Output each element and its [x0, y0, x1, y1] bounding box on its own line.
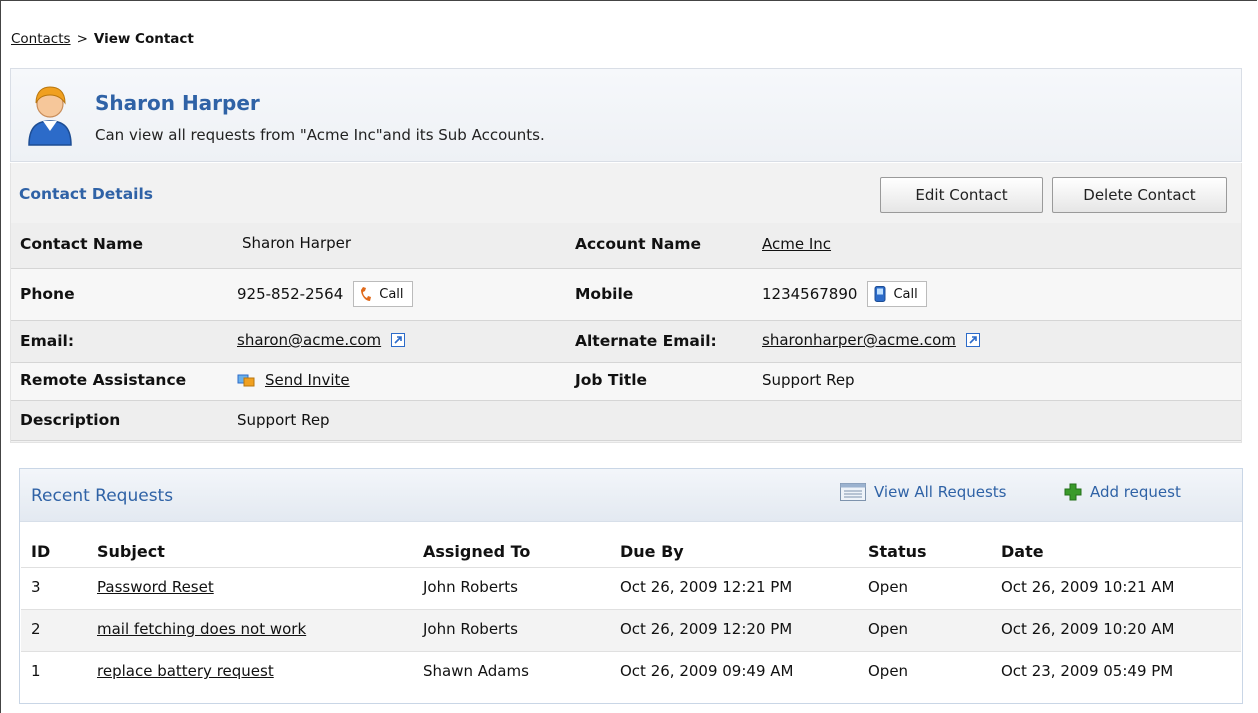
contact-details-title: Contact Details	[19, 185, 154, 203]
phone-call-label: Call	[379, 286, 404, 302]
details-row-phone: Phone 925-852-2564 Call Mobile 123456789…	[11, 269, 1241, 321]
breadcrumb-current: View Contact	[93, 31, 194, 47]
account-name-link[interactable]: Acme Inc	[762, 235, 831, 253]
add-request-link[interactable]: Add request	[1064, 483, 1181, 501]
request-due-by: Oct 26, 2009 12:20 PM	[620, 620, 793, 638]
column-header-id[interactable]: ID	[31, 542, 50, 561]
request-subject-link[interactable]: replace battery request	[97, 662, 274, 680]
contact-scope-description: Can view all requests from "Acme Inc"and…	[95, 126, 545, 144]
request-assigned-to: John Roberts	[423, 620, 518, 638]
phone-call-button[interactable]: Call	[353, 281, 413, 307]
request-due-by: Oct 26, 2009 09:49 AM	[620, 662, 794, 680]
description-label: Description	[20, 411, 121, 429]
remote-assistance-label: Remote Assistance	[20, 371, 187, 389]
email-label: Email:	[20, 332, 75, 350]
table-row: 1 replace battery request Shawn Adams Oc…	[21, 651, 1241, 693]
phone-value: 925-852-2564	[237, 285, 344, 303]
column-header-date[interactable]: Date	[1001, 542, 1044, 561]
column-header-status[interactable]: Status	[868, 542, 927, 561]
recent-requests-panel: Recent Requests View All Requests Add re…	[19, 468, 1243, 704]
contact-name-value: Sharon Harper	[242, 234, 352, 252]
account-name-label: Account Name	[575, 235, 701, 253]
breadcrumb: Contacts > View Contact	[11, 31, 194, 47]
mobile-value: 1234567890	[762, 285, 858, 303]
details-row-name: Contact Name Sharon Harper Account Name …	[11, 223, 1241, 269]
user-avatar-icon	[28, 86, 72, 146]
mobile-phone-icon	[874, 286, 886, 302]
details-row-email: Email: sharon@acme.com Alternate Email: …	[11, 321, 1241, 363]
alternate-email-link[interactable]: sharonharper@acme.com	[762, 331, 956, 349]
request-status: Open	[868, 662, 909, 680]
breadcrumb-contacts-link[interactable]: Contacts	[11, 31, 71, 47]
list-icon	[840, 483, 866, 501]
description-value: Support Rep	[237, 411, 330, 429]
request-status: Open	[868, 620, 909, 638]
plus-icon	[1064, 483, 1082, 501]
request-id: 3	[31, 578, 41, 596]
phone-icon	[361, 287, 372, 301]
request-date: Oct 26, 2009 10:21 AM	[1001, 578, 1175, 596]
request-date: Oct 23, 2009 05:49 PM	[1001, 662, 1174, 680]
request-id: 1	[31, 662, 41, 680]
contact-name-label: Contact Name	[20, 235, 144, 253]
contact-header: Sharon Harper Can view all requests from…	[10, 68, 1242, 162]
mobile-call-button[interactable]: Call	[867, 281, 927, 307]
request-assigned-to: Shawn Adams	[423, 662, 529, 680]
email-link[interactable]: sharon@acme.com	[237, 331, 381, 349]
column-header-assigned-to[interactable]: Assigned To	[423, 542, 530, 561]
details-row-description: Description Support Rep	[11, 401, 1241, 441]
remote-assistance-icon	[237, 374, 255, 387]
open-external-icon[interactable]	[965, 333, 980, 347]
alternate-email-label: Alternate Email:	[575, 332, 717, 350]
request-assigned-to: John Roberts	[423, 578, 518, 596]
column-header-subject[interactable]: Subject	[97, 542, 165, 561]
request-subject-link[interactable]: Password Reset	[97, 578, 214, 596]
view-all-requests-label: View All Requests	[874, 483, 1007, 501]
details-row-remote: Remote Assistance Send Invite Job Title …	[11, 363, 1241, 401]
request-due-by: Oct 26, 2009 12:21 PM	[620, 578, 793, 596]
table-row: 2 mail fetching does not work John Rober…	[21, 609, 1241, 651]
breadcrumb-separator: >	[76, 31, 88, 47]
request-date: Oct 26, 2009 10:20 AM	[1001, 620, 1175, 638]
job-title-value: Support Rep	[762, 371, 855, 389]
mobile-call-label: Call	[893, 286, 918, 302]
request-subject-link[interactable]: mail fetching does not work	[97, 620, 306, 638]
send-invite-link[interactable]: Send Invite	[265, 371, 350, 389]
column-header-due-by[interactable]: Due By	[620, 542, 684, 561]
delete-contact-button[interactable]: Delete Contact	[1052, 177, 1227, 213]
request-id: 2	[31, 620, 41, 638]
contact-name-title: Sharon Harper	[95, 91, 260, 115]
edit-contact-button[interactable]: Edit Contact	[880, 177, 1043, 213]
job-title-label: Job Title	[575, 371, 648, 389]
view-all-requests-link[interactable]: View All Requests	[840, 483, 1006, 501]
phone-label: Phone	[20, 285, 75, 303]
table-row: 3 Password Reset John Roberts Oct 26, 20…	[21, 567, 1241, 609]
recent-requests-title: Recent Requests	[31, 486, 174, 506]
request-status: Open	[868, 578, 909, 596]
mobile-label: Mobile	[575, 285, 634, 303]
add-request-label: Add request	[1090, 483, 1181, 501]
open-external-icon[interactable]	[391, 333, 406, 347]
recent-requests-header: Recent Requests View All Requests Add re…	[20, 469, 1242, 522]
